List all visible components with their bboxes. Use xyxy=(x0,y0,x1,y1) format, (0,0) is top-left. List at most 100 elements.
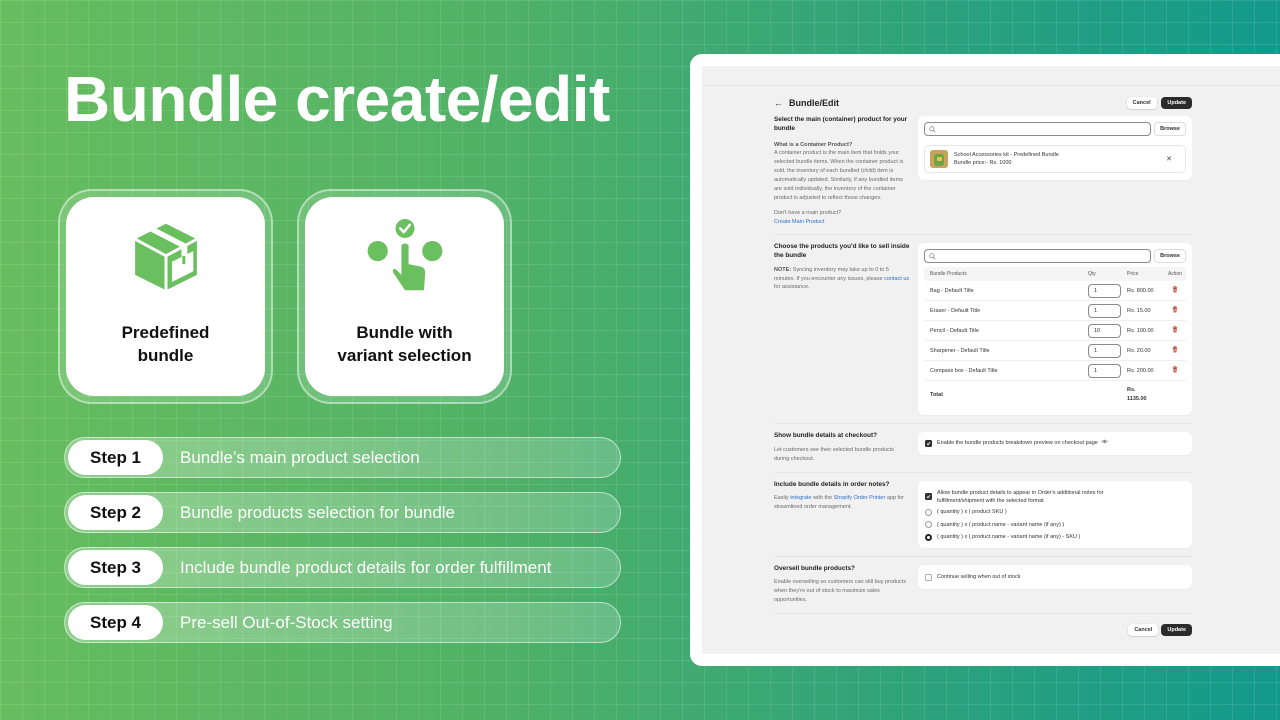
package-box-icon xyxy=(133,223,198,291)
oversell-panel: Continue selling when out of stock xyxy=(918,564,1192,590)
product-name: Sharpener - Default Title xyxy=(930,347,990,354)
format-radio-option[interactable]: ( quantity ) x ( product name - variant … xyxy=(925,531,1185,544)
table-row: Eraser - Default Title 1 Rs. 15.00 xyxy=(924,301,1186,322)
page-title: Bundle/Edit xyxy=(789,98,839,108)
feature-card-label: Predefined bundle xyxy=(121,323,210,365)
radio-button[interactable] xyxy=(925,508,932,516)
section-description: Easily integrate with the Shopify Order … xyxy=(774,495,904,511)
section-title: Select the main (container) product for … xyxy=(774,116,908,132)
section-oversell: Oversell bundle products? Enable oversel… xyxy=(774,557,1192,614)
quantity-input[interactable]: 1 xyxy=(1088,343,1121,358)
section-title: Show bundle details at checkout? xyxy=(774,432,877,440)
step-item: Step 1 Bundle’s main product selection xyxy=(64,437,621,478)
product-name: Pencil - Default Title xyxy=(930,327,979,334)
app-screenshot-frame: ← Bundle/Edit Cancel Update Select the m… xyxy=(690,54,1280,666)
delete-trash-icon[interactable] xyxy=(1172,306,1178,313)
checkout-panel: Enable the bundle products breakdown pre… xyxy=(918,432,1192,456)
update-button[interactable]: Update xyxy=(1161,623,1192,636)
delete-trash-icon[interactable] xyxy=(1172,366,1178,373)
main-product-search-input[interactable] xyxy=(924,122,1152,136)
product-thumbnail xyxy=(930,150,948,168)
delete-trash-icon[interactable] xyxy=(1172,346,1178,353)
section-bundle-products: Choose the products you'd like to sell i… xyxy=(774,235,1192,425)
order-notes-checkbox[interactable] xyxy=(925,492,932,500)
section-description: Enable overselling so customers can stil… xyxy=(774,579,907,603)
product-price: Bundle price:- Rs. 1000 xyxy=(954,160,1012,166)
format-radio-option[interactable]: ( quantity ) x ( product SKU ) xyxy=(925,506,1185,519)
no-product-text: Don't have a main product? xyxy=(774,209,842,216)
product-price: Rs. 800.00 xyxy=(1127,287,1154,294)
section-title: Include bundle details in order notes? xyxy=(774,480,890,488)
back-arrow-icon[interactable]: ← xyxy=(774,98,783,108)
eye-icon[interactable] xyxy=(1100,439,1108,444)
order-notes-checkbox-row[interactable]: Allow bundle product details to appear i… xyxy=(925,489,1185,506)
step-item: Step 4 Pre-sell Out-of-Stock setting xyxy=(64,602,621,643)
bundle-products-panel: Browse Bundle Products Qty Price Action … xyxy=(918,243,1192,416)
quantity-input[interactable]: 10 xyxy=(1088,323,1121,338)
oversell-checkbox[interactable] xyxy=(925,573,932,581)
checkmark-icon xyxy=(926,442,931,446)
section-checkout: Show bundle details at checkout? Let cus… xyxy=(774,424,1192,473)
selected-product-card: School Accessories kit - Predefined Bund… xyxy=(924,145,1186,173)
table-row: Sharpener - Default Title 1 Rs. 20.00 xyxy=(924,341,1186,362)
cancel-button[interactable]: Cancel xyxy=(1128,623,1159,636)
step-item: Step 3 Include bundle product details fo… xyxy=(64,547,621,588)
feature-cards: Predefined bundle Bundle with variant se… xyxy=(58,189,512,404)
remove-product-icon[interactable]: ✕ xyxy=(1166,155,1172,163)
step-text: Bundle’s main product selection xyxy=(180,447,420,467)
quantity-input[interactable]: 1 xyxy=(1088,283,1121,298)
search-icon xyxy=(929,253,936,260)
step-badge: Step 4 xyxy=(68,605,163,640)
main-product-panel: Browse School Accessories kit - Predefin… xyxy=(918,116,1192,180)
browse-button[interactable]: Browse xyxy=(1154,249,1186,264)
step-text: Pre-sell Out-of-Stock setting xyxy=(180,612,393,632)
update-button[interactable]: Update xyxy=(1161,97,1192,109)
section-order-notes: Include bundle details in order notes? E… xyxy=(774,473,1192,557)
cancel-button[interactable]: Cancel xyxy=(1126,97,1157,109)
section-title: Oversell bundle products? xyxy=(774,564,855,572)
delete-trash-icon[interactable] xyxy=(1172,286,1178,293)
checkout-preview-checkbox[interactable] xyxy=(925,440,932,448)
product-name: Bag - Default Title xyxy=(930,287,974,294)
radio-button[interactable] xyxy=(925,521,932,529)
contact-us-link[interactable]: contact us xyxy=(884,276,909,282)
product-price: Rs. 20.00 xyxy=(1127,347,1151,354)
bundle-products-table: Bundle Products Qty Price Action Bag - D… xyxy=(924,267,1186,409)
bundle-products-search-input[interactable] xyxy=(924,249,1152,264)
search-icon xyxy=(929,125,936,133)
checkout-preview-checkbox-row[interactable]: Enable the bundle products breakdown pre… xyxy=(925,439,1185,448)
browse-button[interactable]: Browse xyxy=(1154,122,1186,136)
page-header: ← Bundle/Edit Cancel Update xyxy=(774,96,1192,110)
step-badge: Step 1 xyxy=(68,440,163,475)
product-name: Compass box - Default Title xyxy=(930,367,998,374)
create-main-product-link[interactable]: Create Main Product xyxy=(774,218,910,227)
format-radio-option[interactable]: ( quantity ) x ( product name - variant … xyxy=(925,519,1185,532)
variant-selection-hand-icon xyxy=(367,219,442,291)
quantity-input[interactable]: 1 xyxy=(1088,303,1121,318)
step-text: Include bundle product details for order… xyxy=(180,557,552,577)
oversell-checkbox-row[interactable]: Continue selling when out of stock xyxy=(925,573,1185,582)
app-top-bar xyxy=(702,66,1280,86)
format-radio-group: ( quantity ) x ( product SKU )( quantity… xyxy=(925,506,1185,544)
table-header: Bundle Products Qty Price Action xyxy=(924,267,1186,282)
integrate-link[interactable]: integrate xyxy=(790,495,811,501)
footer-actions: Cancel Update xyxy=(774,623,1192,636)
delete-trash-icon[interactable] xyxy=(1172,326,1178,333)
feature-card-label: Bundle with variant selection xyxy=(337,323,472,365)
quantity-input[interactable]: 1 xyxy=(1088,363,1121,378)
product-price: Rs. 100.00 xyxy=(1127,327,1154,334)
table-row: Bag - Default Title 1 Rs. 800.00 xyxy=(924,281,1186,302)
section-description: A container product is the main item tha… xyxy=(774,150,904,201)
app-window: ← Bundle/Edit Cancel Update Select the m… xyxy=(702,66,1280,654)
hero-title: Bundle create/edit xyxy=(64,63,610,135)
section-main-product: Select the main (container) product for … xyxy=(774,110,1192,236)
total-value: Rs. 1135.00 xyxy=(1127,387,1147,403)
section-title: Choose the products you'd like to sell i… xyxy=(774,243,910,260)
step-badge: Step 2 xyxy=(68,495,163,530)
radio-button[interactable] xyxy=(925,533,932,541)
bundle-edit-page: ← Bundle/Edit Cancel Update Select the m… xyxy=(774,96,1192,636)
step-item: Step 2 Bundle products selection for bun… xyxy=(64,492,621,533)
order-notes-panel: Allow bundle product details to appear i… xyxy=(918,480,1192,548)
shopify-order-printer-link[interactable]: Shopify Order Printer xyxy=(834,495,886,501)
product-price: Rs. 200.00 xyxy=(1127,367,1154,374)
